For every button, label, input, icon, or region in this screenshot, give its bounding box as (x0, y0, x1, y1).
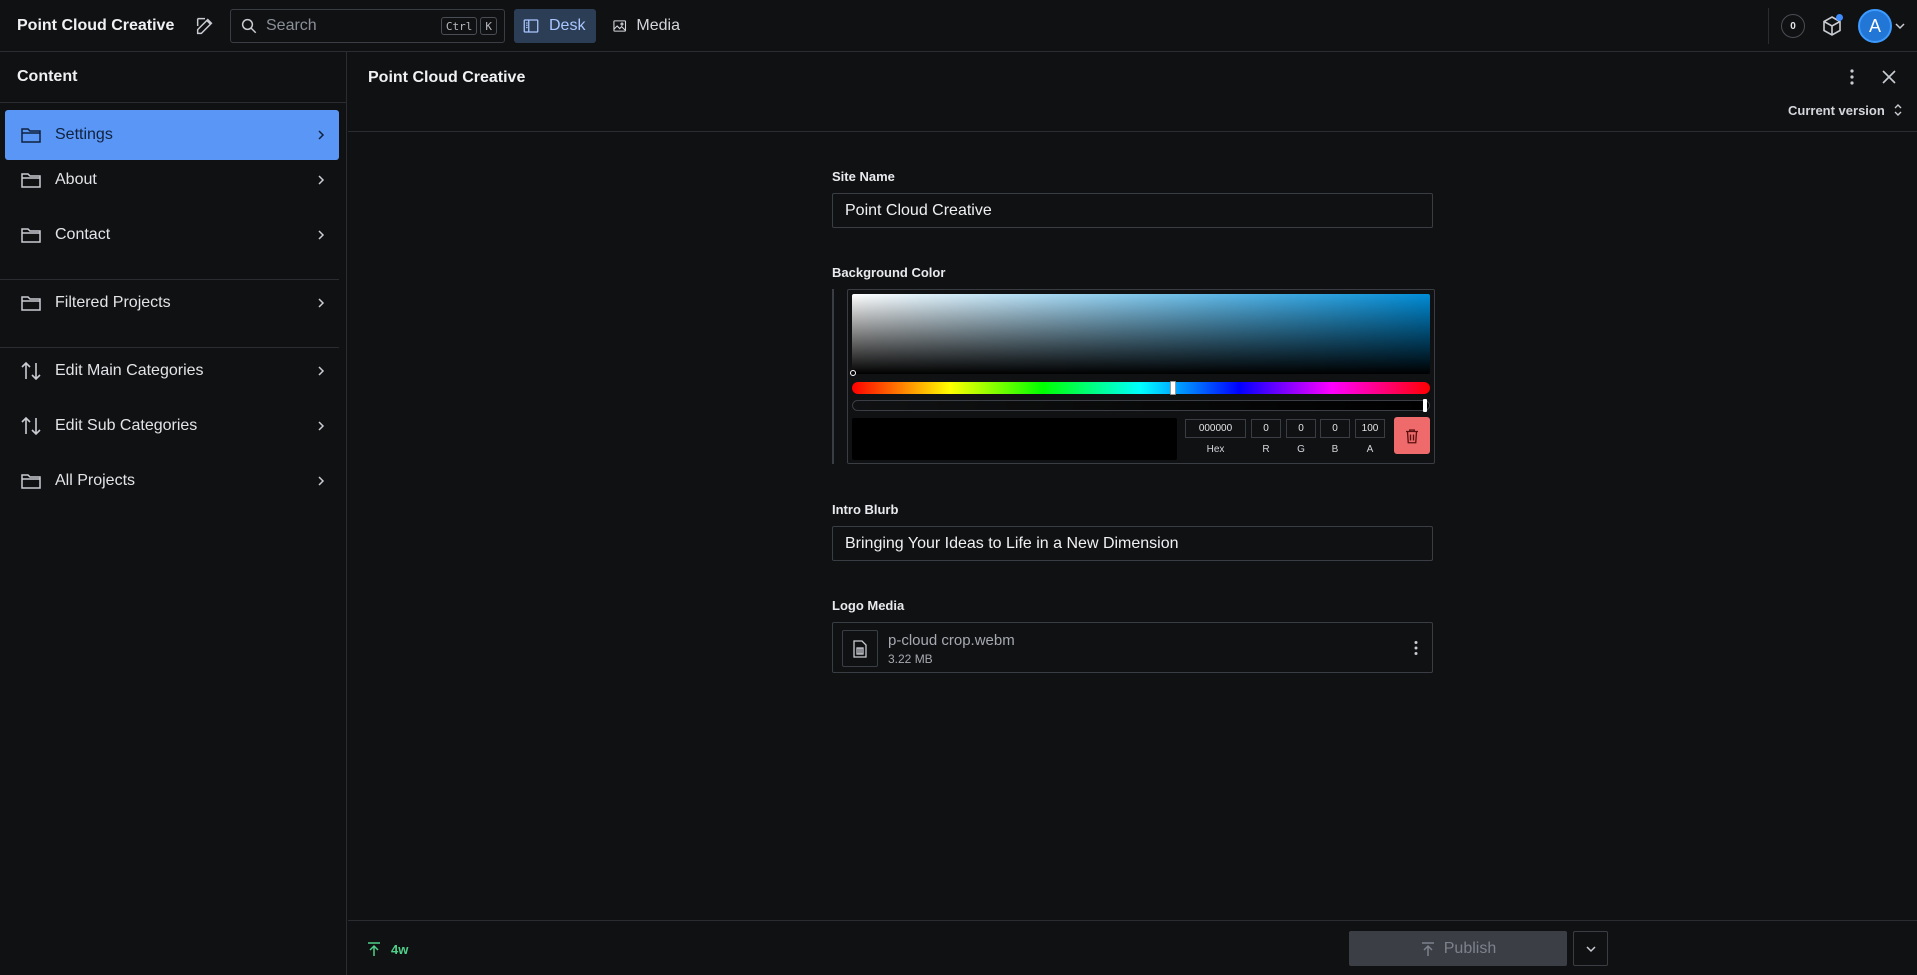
green-input[interactable]: 0 (1286, 419, 1316, 438)
document-footer: 4w Publish (348, 920, 1917, 975)
nav-desk-label: Desk (549, 17, 586, 34)
sidebar-item-filtered-projects[interactable]: Filtered Projects (5, 278, 339, 328)
more-vertical-icon[interactable] (1842, 67, 1862, 87)
chevron-right-icon (318, 230, 325, 240)
sidebar-item-label: Edit Main Categories (55, 362, 204, 379)
publish-options-button[interactable] (1573, 931, 1608, 966)
logo-media-label: Logo Media (832, 598, 905, 613)
chevron-right-icon (318, 175, 325, 185)
sort-arrows-icon (21, 416, 41, 436)
red-input[interactable]: 0 (1251, 419, 1281, 438)
chevron-right-icon (318, 366, 325, 376)
file-size: 3.22 MB (888, 652, 933, 666)
content-sidebar: Content Settings About Contact Filtered … (0, 52, 347, 975)
shortcut-ctrl: Ctrl (440, 17, 478, 35)
folder-icon (21, 474, 41, 489)
intro-blurb-label: Intro Blurb (832, 502, 899, 517)
trash-icon (1406, 428, 1418, 443)
publish-icon (1421, 941, 1434, 956)
hue-slider[interactable] (852, 381, 1430, 395)
document-header: Point Cloud Creative Current version (348, 52, 1917, 132)
folder-icon (21, 173, 41, 188)
site-name-input[interactable]: Point Cloud Creative (832, 193, 1433, 228)
folder-icon (21, 128, 41, 143)
app-title[interactable]: Point Cloud Creative (17, 17, 174, 35)
intro-blurb-input[interactable]: Bringing Your Ideas to Life in a New Dim… (832, 526, 1433, 561)
desk-icon (523, 19, 539, 33)
sort-arrows-icon (21, 361, 41, 381)
hex-caption: Hex (1206, 444, 1225, 455)
alpha-input[interactable]: 100 (1355, 419, 1385, 438)
chevron-right-icon (318, 298, 325, 308)
file-icon-box (842, 630, 878, 667)
red-caption: R (1262, 444, 1270, 455)
sidebar-item-label: Contact (55, 226, 111, 243)
notification-badge[interactable]: 0 (1781, 14, 1805, 38)
folder-icon (21, 228, 41, 243)
clear-color-button[interactable] (1394, 417, 1430, 454)
chevron-right-icon (318, 476, 325, 486)
sidebar-item-label: All Projects (55, 472, 136, 489)
search-icon (241, 18, 257, 34)
green-caption: G (1297, 444, 1305, 455)
video-file-icon (853, 639, 867, 658)
sidebar-item-edit-sub-categories[interactable]: Edit Sub Categories (5, 401, 339, 451)
file-name: p-cloud crop.webm (888, 632, 1015, 649)
version-selector[interactable]: Current version (1788, 103, 1885, 118)
sidebar-item-about[interactable]: About (5, 155, 339, 205)
close-icon[interactable] (1880, 68, 1898, 86)
published-arrow-icon (368, 942, 380, 956)
chevron-up-down-icon[interactable] (1892, 102, 1904, 118)
update-dot (1836, 14, 1843, 21)
chevron-down-icon (1585, 945, 1596, 952)
document-title: Point Cloud Creative (368, 69, 526, 86)
alpha-caption: A (1366, 444, 1374, 455)
sidebar-item-label: Filtered Projects (55, 294, 171, 311)
sidebar-item-label: About (55, 171, 97, 188)
avatar[interactable]: A (1858, 9, 1892, 43)
image-icon (613, 20, 627, 32)
sidebar-item-label: Settings (55, 126, 113, 143)
sidebar-item-settings[interactable]: Settings (5, 110, 339, 160)
nav-desk-button[interactable]: Desk (514, 9, 596, 43)
nav-media-label: Media (636, 17, 680, 34)
saturation-area[interactable] (850, 294, 1430, 376)
chevron-right-icon (318, 421, 325, 431)
sidebar-item-all-projects[interactable]: All Projects (5, 456, 339, 506)
color-picker: 000000 0 0 0 100 Hex R G B A (832, 289, 1435, 464)
site-name-label: Site Name (832, 169, 895, 184)
publish-button[interactable]: Publish (1349, 931, 1567, 966)
sidebar-item-label: Edit Sub Categories (55, 417, 198, 434)
alpha-slider-handle[interactable] (1423, 399, 1427, 412)
publish-label: Publish (1443, 939, 1497, 957)
color-preview (852, 418, 1177, 460)
folder-icon (21, 296, 41, 311)
compose-icon[interactable] (194, 15, 216, 37)
search-placeholder: Search (266, 17, 317, 34)
search-input[interactable]: Search Ctrl K (230, 9, 505, 43)
sidebar-item-edit-main-categories[interactable]: Edit Main Categories (5, 346, 339, 396)
chevron-down-icon[interactable] (1894, 20, 1906, 32)
background-color-label: Background Color (832, 265, 946, 280)
topbar-divider (1768, 8, 1769, 44)
hue-slider-handle[interactable] (1170, 381, 1176, 395)
more-vertical-icon[interactable] (1407, 639, 1425, 657)
alpha-slider[interactable] (852, 399, 1430, 412)
nav-media-button[interactable]: Media (604, 9, 690, 43)
sidebar-title: Content (0, 52, 346, 103)
publish-status[interactable]: 4w (391, 942, 408, 957)
hex-input[interactable]: 000000 (1185, 419, 1246, 438)
color-picker-panel: 000000 0 0 0 100 Hex R G B A (847, 289, 1435, 464)
logo-media-card[interactable]: p-cloud crop.webm 3.22 MB (832, 622, 1433, 673)
blue-caption: B (1331, 444, 1339, 455)
saturation-cursor[interactable] (850, 370, 856, 376)
shortcut-key: K (480, 17, 497, 35)
sidebar-item-contact[interactable]: Contact (5, 210, 339, 260)
blue-input[interactable]: 0 (1320, 419, 1350, 438)
chevron-right-icon (318, 130, 325, 140)
